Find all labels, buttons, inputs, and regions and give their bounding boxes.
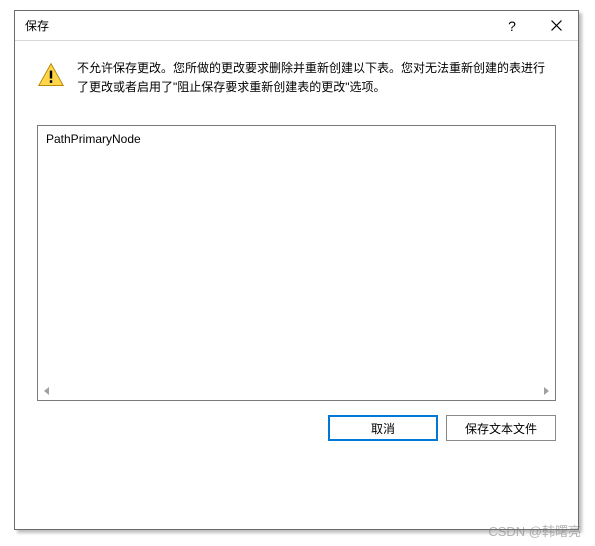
- message-row: 不允许保存更改。您所做的更改要求删除并重新创建以下表。您对无法重新创建的表进行了…: [37, 59, 556, 97]
- cancel-button[interactable]: 取消: [328, 415, 438, 441]
- list-item[interactable]: PathPrimaryNode: [46, 132, 547, 146]
- scroll-left-icon[interactable]: [39, 383, 55, 399]
- dialog-title: 保存: [25, 17, 490, 34]
- warning-message: 不允许保存更改。您所做的更改要求删除并重新创建以下表。您对无法重新创建的表进行了…: [77, 59, 556, 97]
- tables-list[interactable]: PathPrimaryNode: [37, 125, 556, 401]
- watermark: CSDN @韩曙亮: [488, 521, 581, 540]
- titlebar-buttons: ?: [490, 11, 578, 40]
- dialog-window: 保存 ? 不允许保存更改。您所做的更改要求删除并重新创建以下表。您对无法重新创建…: [14, 10, 579, 530]
- scroll-right-icon[interactable]: [538, 383, 554, 399]
- help-icon: ?: [508, 18, 516, 34]
- warning-icon: [37, 61, 65, 89]
- save-text-file-button[interactable]: 保存文本文件: [446, 415, 556, 441]
- help-button[interactable]: ?: [490, 11, 534, 40]
- close-icon: [551, 20, 562, 31]
- close-button[interactable]: [534, 11, 578, 40]
- titlebar: 保存 ?: [15, 11, 578, 41]
- button-row: 取消 保存文本文件: [15, 401, 578, 441]
- content-area: 不允许保存更改。您所做的更改要求删除并重新创建以下表。您对无法重新创建的表进行了…: [15, 41, 578, 401]
